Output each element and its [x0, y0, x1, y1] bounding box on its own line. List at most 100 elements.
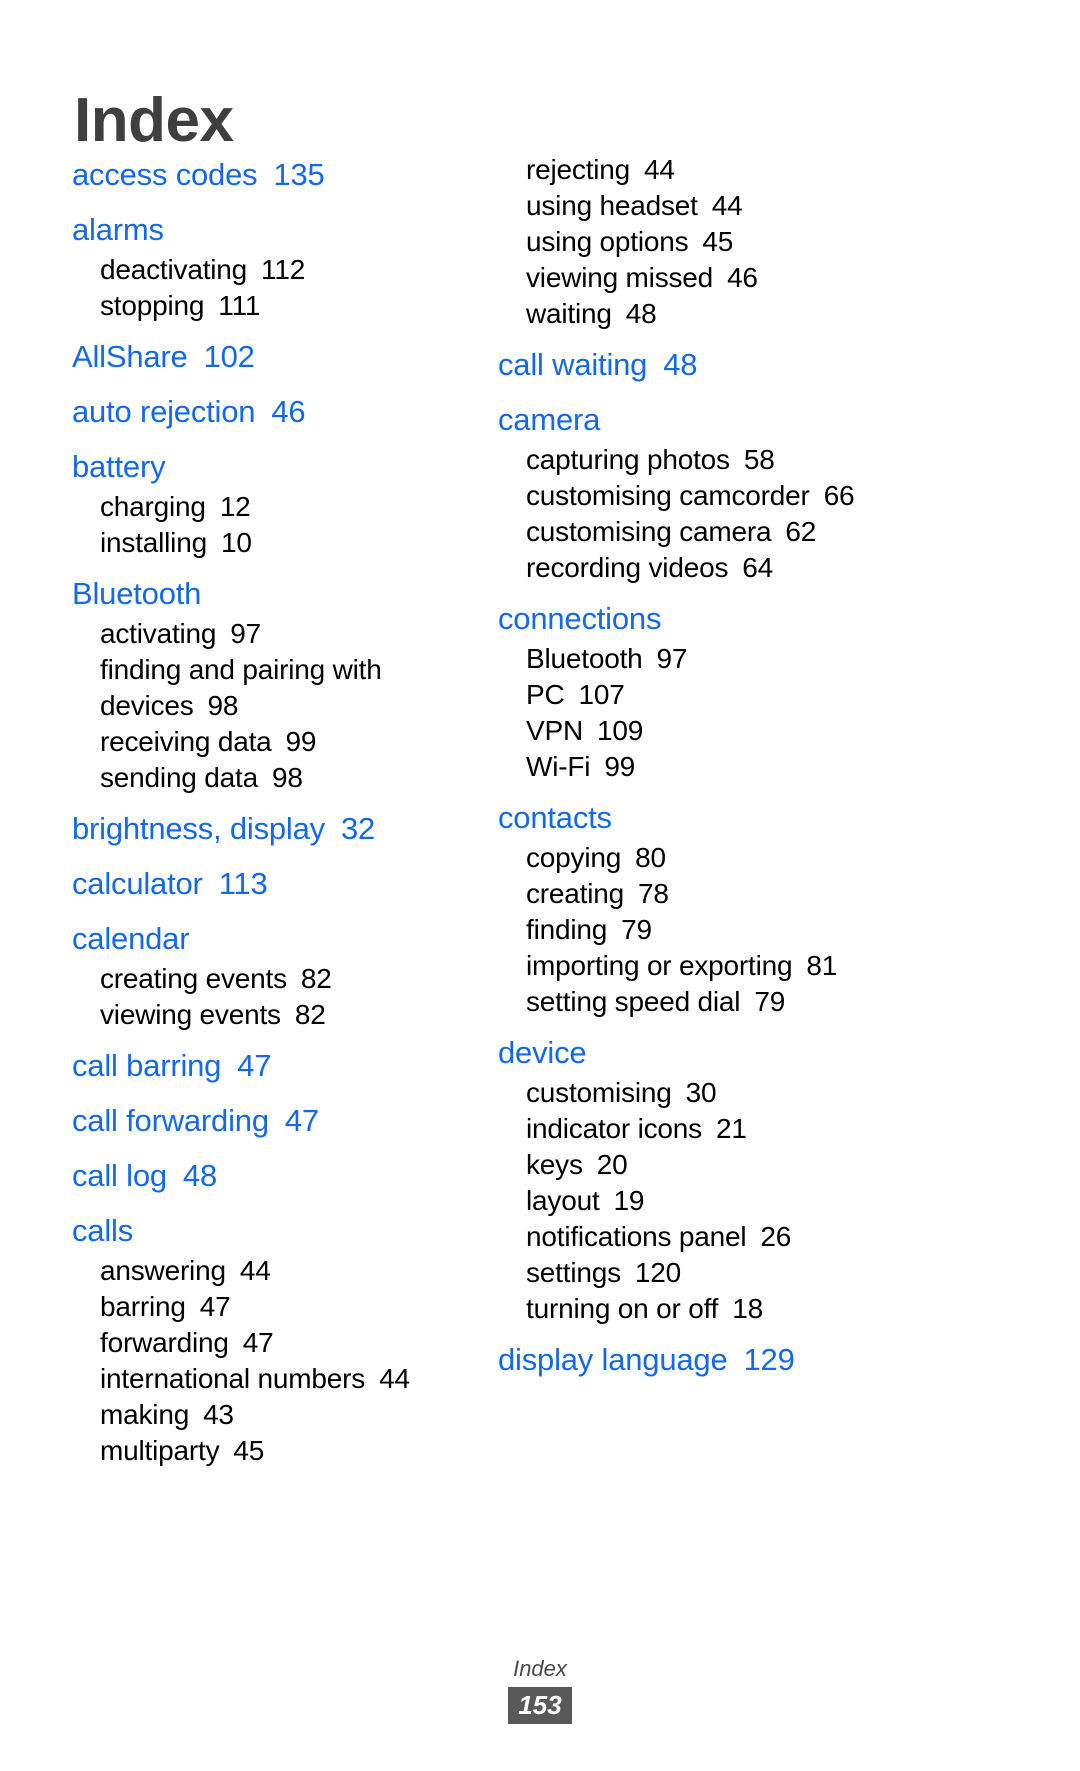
index-subentry[interactable]: creating 78 [498, 876, 998, 912]
index-group: brightness, display 32 [72, 806, 492, 851]
page-footer: Index 153 [0, 1655, 1080, 1724]
index-subentry[interactable]: receiving data 99 [72, 724, 492, 760]
index-heading[interactable]: alarms [72, 207, 492, 252]
index-heading[interactable]: call barring 47 [72, 1043, 492, 1088]
index-heading[interactable]: device [498, 1030, 998, 1075]
index-subentry[interactable]: Wi-Fi 99 [498, 749, 998, 785]
index-heading[interactable]: display language 129 [498, 1337, 998, 1382]
index-subentry-page-number: 97 [656, 643, 688, 674]
index-heading[interactable]: call waiting 48 [498, 342, 998, 387]
index-subentry[interactable]: stopping 111 [72, 288, 492, 324]
index-subentry-page-number: 98 [271, 762, 303, 793]
index-subentry-page-number: 66 [823, 480, 855, 511]
index-heading[interactable]: connections [498, 596, 998, 641]
index-subentry-page-number: 79 [754, 986, 786, 1017]
index-subentry-label: Bluetooth [526, 643, 643, 674]
index-subentry[interactable]: keys 20 [498, 1147, 998, 1183]
index-subentry[interactable]: installing 10 [72, 525, 492, 561]
index-subentry-label: customising [526, 1077, 672, 1108]
index-heading[interactable]: call log 48 [72, 1153, 492, 1198]
index-heading[interactable]: calculator 113 [72, 861, 492, 906]
index-group: camera capturing photos 58 customising camc… [498, 397, 998, 586]
index-subentry-label: sending data [100, 762, 258, 793]
index-subentry[interactable]: layout 19 [498, 1183, 998, 1219]
index-subentry[interactable]: customising camera 62 [498, 514, 998, 550]
index-subentry-label: receiving data [100, 726, 272, 757]
index-subentry[interactable]: deactivating 112 [72, 252, 492, 288]
index-subentry-label: customising camcorder [526, 480, 810, 511]
index-subentry[interactable]: international numbers 44 [72, 1361, 492, 1397]
index-subentry[interactable]: multiparty 45 [72, 1433, 492, 1469]
index-subentry[interactable]: Bluetooth 97 [498, 641, 998, 677]
index-heading[interactable]: call forwarding 47 [72, 1098, 492, 1143]
index-subentry-label: activating [100, 618, 217, 649]
index-subentry-page-number: 30 [685, 1077, 717, 1108]
index-group: battery charging 12 installing 10 [72, 444, 492, 561]
index-subentry[interactable]: answering 44 [72, 1253, 492, 1289]
index-subentry-page-number: 111 [218, 290, 261, 321]
index-subentry[interactable]: barring 47 [72, 1289, 492, 1325]
index-subentry[interactable]: notifications panel 26 [498, 1219, 998, 1255]
index-subentry[interactable]: charging 12 [72, 489, 492, 525]
index-group: connections Bluetooth 97 PC 107 VPN 109 Wi-Fi 99 [498, 596, 998, 785]
index-subentry[interactable]: VPN 109 [498, 713, 998, 749]
index-subentry[interactable]: settings 120 [498, 1255, 998, 1291]
index-subentry[interactable]: rejecting 44 [498, 152, 998, 188]
index-heading[interactable]: camera [498, 397, 998, 442]
index-group: calculator 113 [72, 861, 492, 906]
index-subentry[interactable]: sending data 98 [72, 760, 492, 796]
index-subentry-label: viewing events [100, 999, 281, 1030]
index-subentry[interactable]: waiting 48 [498, 296, 998, 332]
index-heading[interactable]: calendar [72, 916, 492, 961]
index-subentry[interactable]: importing or exporting 81 [498, 948, 998, 984]
index-subentry[interactable]: setting speed dial 79 [498, 984, 998, 1020]
index-subentry[interactable]: copying 80 [498, 840, 998, 876]
index-heading[interactable]: battery [72, 444, 492, 489]
index-subentry[interactable]: customising 30 [498, 1075, 998, 1111]
index-subentry[interactable]: PC 107 [498, 677, 998, 713]
index-subentry[interactable]: activating 97 [72, 616, 492, 652]
index-heading-page-number: 135 [273, 157, 325, 192]
index-subentry[interactable]: using options 45 [498, 224, 998, 260]
index-subentry[interactable]: indicator icons 21 [498, 1111, 998, 1147]
index-subentry-page-number: 97 [230, 618, 262, 649]
index-subentry-label: PC [526, 679, 565, 710]
index-subentry[interactable]: customising camcorder 66 [498, 478, 998, 514]
index-heading[interactable]: contacts [498, 795, 998, 840]
index-subentry-label: waiting [526, 298, 612, 329]
index-subentry-label: using options [526, 226, 689, 257]
index-subentry-label: international numbers [100, 1363, 366, 1394]
index-subentry[interactable]: turning on or off 18 [498, 1291, 998, 1327]
index-subentry-label: stopping [100, 290, 205, 321]
index-subentry[interactable]: capturing photos 58 [498, 442, 998, 478]
index-subentry[interactable]: finding and pairing with [72, 652, 492, 688]
index-heading-page-number: 48 [182, 1158, 217, 1193]
index-subentry-page-number: 58 [743, 444, 775, 475]
index-group: alarms deactivating 112 stopping 111 [72, 207, 492, 324]
index-heading[interactable]: brightness, display 32 [72, 806, 492, 851]
index-subentry[interactable]: forwarding 47 [72, 1325, 492, 1361]
index-subentry[interactable]: recording videos 64 [498, 550, 998, 586]
index-heading[interactable]: calls [72, 1208, 492, 1253]
index-subentry-page-number: 48 [625, 298, 657, 329]
index-subentry-label: settings [526, 1257, 621, 1288]
index-subentry[interactable]: viewing missed 46 [498, 260, 998, 296]
index-subentry[interactable]: using headset 44 [498, 188, 998, 224]
index-subentry[interactable]: devices 98 [72, 688, 492, 724]
index-heading-page-number: 129 [743, 1342, 795, 1377]
index-subentry-page-number: 99 [604, 751, 636, 782]
index-subentry-label: Wi-Fi [526, 751, 591, 782]
index-subentry[interactable]: finding 79 [498, 912, 998, 948]
index-heading[interactable]: Bluetooth [72, 571, 492, 616]
index-subentry-label: turning on or off [526, 1293, 719, 1324]
index-heading[interactable]: auto rejection 46 [72, 389, 492, 434]
index-subentry[interactable]: creating events 82 [72, 961, 492, 997]
index-subentry-label: capturing photos [526, 444, 730, 475]
index-subentry[interactable]: making 43 [72, 1397, 492, 1433]
index-subentry-page-number: 99 [285, 726, 317, 757]
index-subentry-label: recording videos [526, 552, 729, 583]
index-heading[interactable]: AllShare 102 [72, 334, 492, 379]
index-heading-page-number: 113 [218, 866, 268, 901]
index-subentry[interactable]: viewing events 82 [72, 997, 492, 1033]
index-heading[interactable]: access codes 135 [72, 152, 492, 197]
